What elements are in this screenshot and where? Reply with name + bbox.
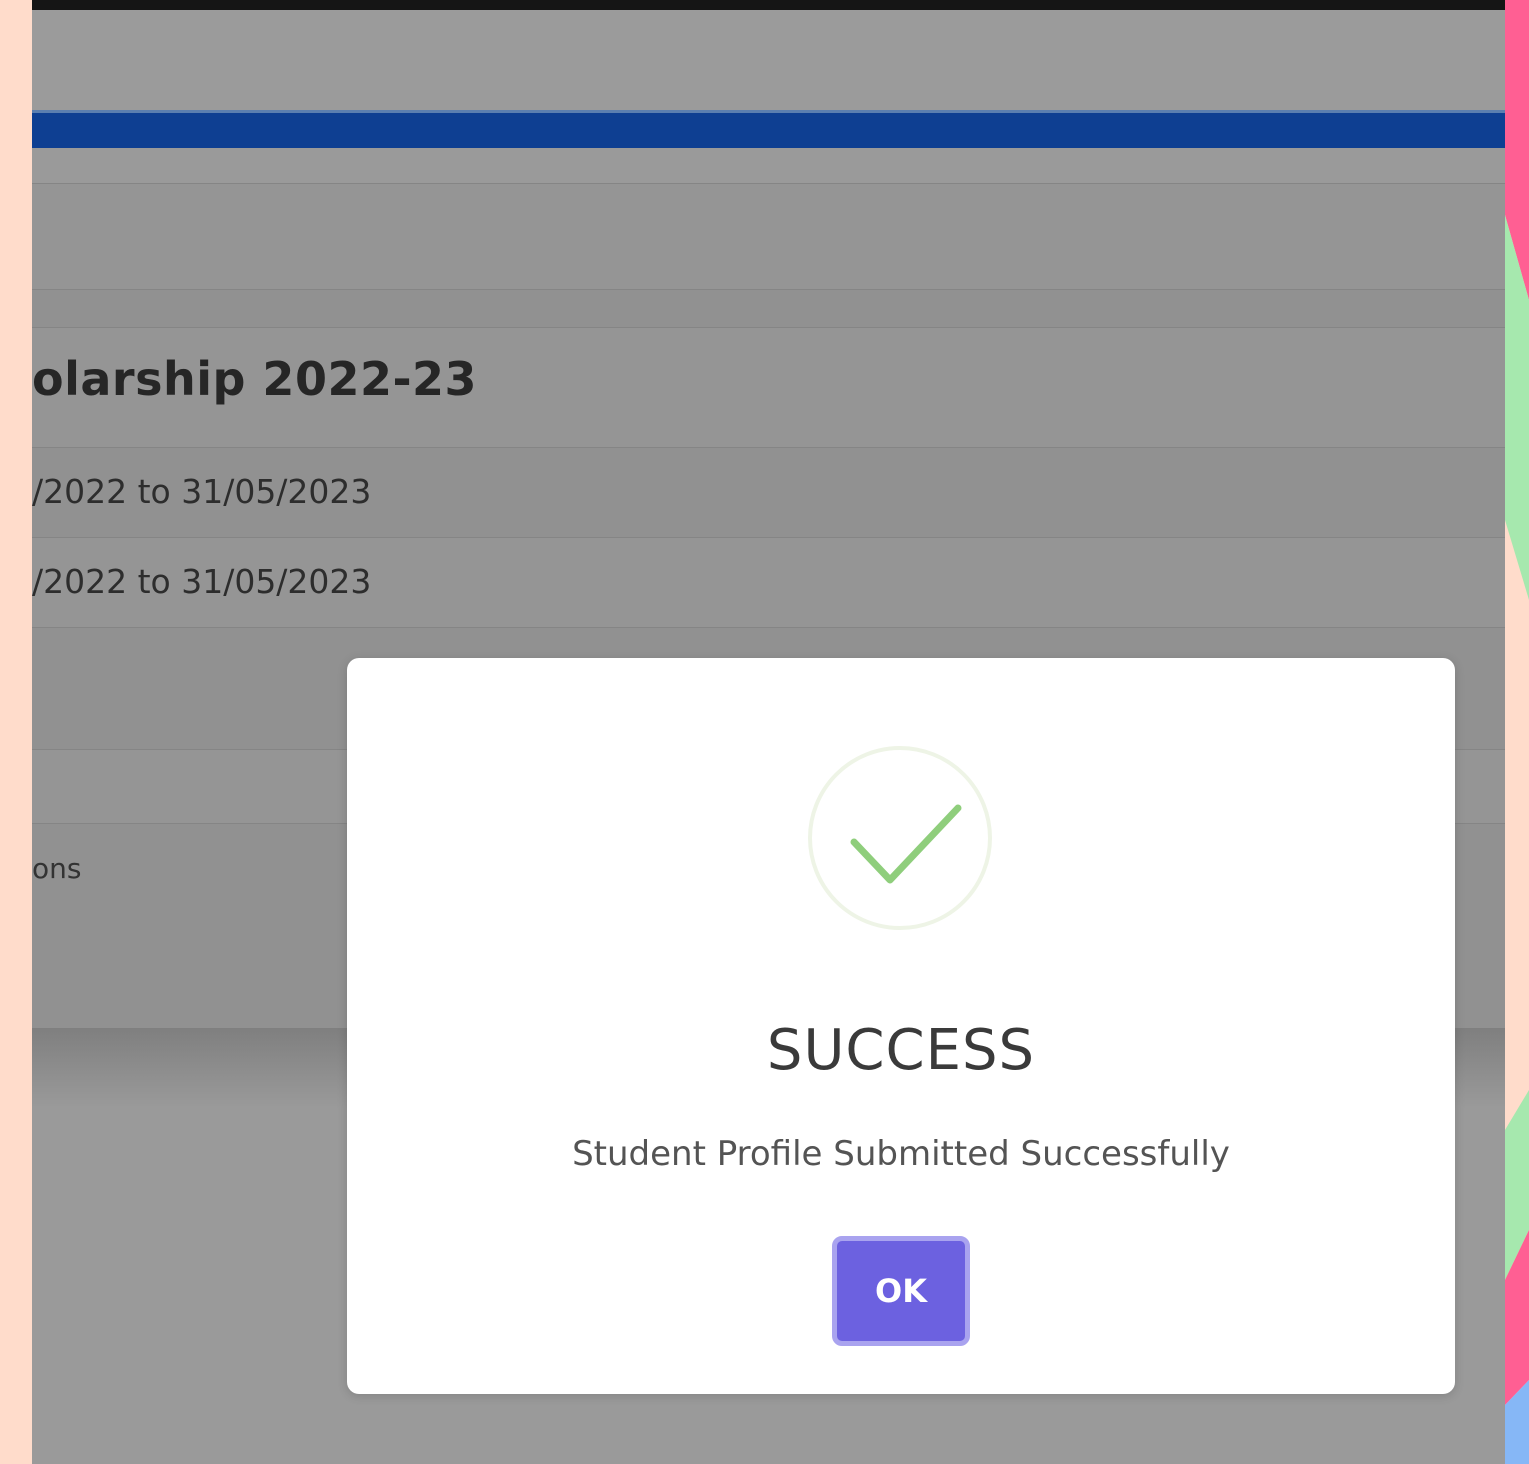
- scholarship-title: olarship 2022-23: [32, 352, 478, 406]
- browser-top-bar: [32, 0, 1505, 10]
- blank-row: [32, 289, 1505, 327]
- date-range-text: /2022 to 31/05/2023: [32, 562, 372, 601]
- check-circle-icon: [808, 746, 992, 930]
- dialog-message: Student Profile Submitted Successfully: [572, 1134, 1230, 1174]
- partial-label: ons: [32, 852, 82, 885]
- left-background-strip: [0, 0, 32, 1464]
- date-row: /2022 to 31/05/2023: [32, 447, 1505, 537]
- date-range-text: /2022 to 31/05/2023: [32, 472, 372, 511]
- dialog-title: SUCCESS: [766, 1018, 1036, 1083]
- scholarship-title-row: olarship 2022-23: [32, 327, 1505, 447]
- navigation-bar: [32, 110, 1505, 148]
- blank-row: [32, 183, 1505, 289]
- header-area: [32, 10, 1505, 110]
- date-row: /2022 to 31/05/2023: [32, 537, 1505, 627]
- decorative-shapes: [1505, 0, 1529, 1464]
- ok-button[interactable]: OK: [832, 1236, 970, 1346]
